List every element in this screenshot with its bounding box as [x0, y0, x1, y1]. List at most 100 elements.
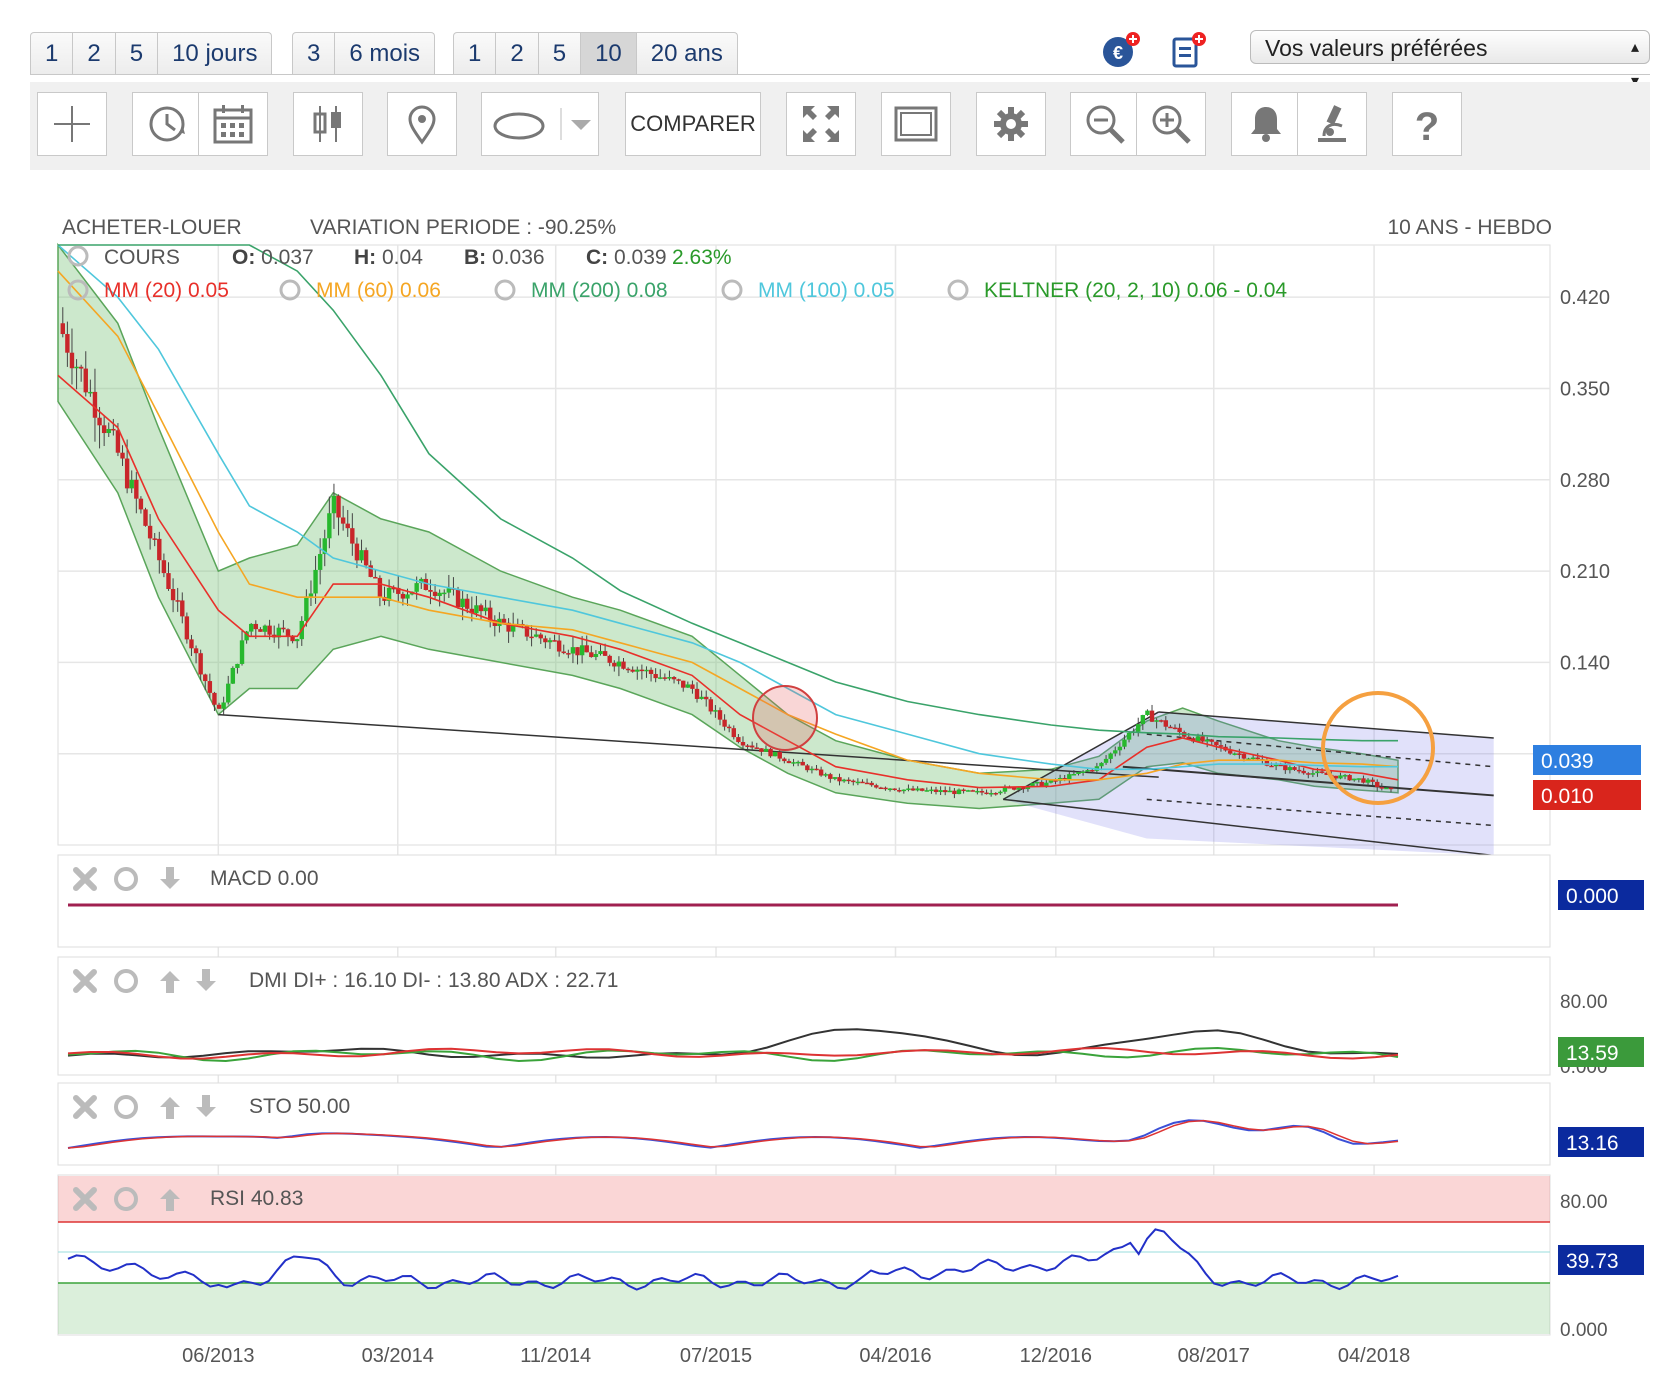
candle-down: [1306, 773, 1311, 775]
candle-down: [1255, 757, 1260, 760]
rsi-axis-top: 80.00: [1560, 1192, 1608, 1213]
candle-down: [478, 605, 484, 612]
candle-up: [106, 428, 111, 434]
candle-down: [1200, 736, 1205, 742]
candle-down: [1021, 787, 1026, 790]
candle-down: [584, 645, 589, 653]
candle-up: [405, 594, 410, 599]
candle-down: [961, 789, 966, 792]
candle-up: [635, 669, 640, 672]
candle-down: [212, 692, 217, 705]
candle-down: [943, 790, 948, 793]
candle-down: [846, 779, 851, 782]
candle-down: [336, 495, 341, 518]
candle-down: [115, 430, 121, 453]
candle-down: [465, 598, 470, 609]
candle-up: [317, 554, 323, 570]
candle-down: [639, 669, 645, 672]
candle-up: [437, 592, 442, 596]
candle-down: [883, 787, 888, 790]
candle-down: [1379, 787, 1385, 789]
candle-down: [589, 652, 594, 658]
x-tick-label: 06/2013: [182, 1345, 254, 1367]
candle-up: [414, 583, 419, 592]
candle-down: [400, 593, 406, 599]
candle-down: [166, 573, 171, 589]
macd-label: MACD 0.00: [210, 867, 319, 890]
candle-down: [193, 648, 199, 654]
candle-up: [1342, 775, 1348, 777]
candle-down: [694, 688, 700, 699]
candle-up: [294, 639, 300, 642]
candle-down: [1361, 778, 1366, 783]
candle-up: [1145, 710, 1150, 716]
candle-up: [795, 761, 801, 764]
candle-up: [129, 479, 134, 489]
candle-down: [869, 782, 874, 786]
candle-down: [377, 577, 383, 597]
candle-down: [1241, 753, 1247, 759]
candle-down: [878, 787, 884, 790]
candle-down: [363, 550, 369, 566]
candle-down: [69, 352, 75, 369]
candle-up: [988, 793, 994, 795]
ohlc-h: H: 0.04: [354, 246, 423, 269]
candle-down: [1227, 750, 1233, 754]
y-tick-label: 0.140: [1560, 652, 1610, 674]
candle-down: [373, 576, 378, 579]
candle-down: [754, 747, 759, 749]
candle-down: [184, 616, 190, 640]
candle-up: [667, 677, 672, 679]
indicator-label: MM (20) 0.05: [104, 279, 229, 302]
candle-down: [630, 669, 635, 672]
candle-up: [887, 788, 893, 791]
candle-down: [952, 790, 957, 795]
candle-up: [331, 495, 337, 514]
red-circle-annotation: [752, 685, 818, 751]
candle-up: [327, 513, 332, 539]
candle-down: [97, 417, 102, 426]
ohlc-o: O: 0.037: [232, 246, 314, 269]
candle-down: [984, 792, 989, 795]
candle-up: [1136, 724, 1141, 732]
candle-up: [1140, 715, 1146, 725]
candle-up: [359, 550, 364, 561]
y-tick-label: 0.350: [1560, 378, 1610, 400]
candle-down: [1159, 720, 1164, 722]
rsi-badge: 39.73: [1566, 1250, 1619, 1273]
candle-down: [892, 788, 897, 791]
candle-down: [920, 788, 925, 791]
ohlc-key-c: C:: [586, 246, 608, 269]
candle-up: [249, 623, 254, 632]
last-price-badge: 0.039: [1541, 750, 1594, 773]
candle-down: [147, 525, 153, 539]
candle-down: [625, 668, 631, 671]
candle-down: [175, 600, 180, 602]
candle-down: [648, 669, 654, 674]
candle-down: [198, 653, 203, 675]
candle-up: [791, 762, 796, 764]
candle-up: [1384, 787, 1389, 790]
candle-down: [676, 679, 681, 681]
ohlc-value-b: 0.036: [486, 246, 544, 269]
indicator-label: MM (200) 0.08: [531, 279, 668, 302]
candle-up: [1315, 771, 1320, 774]
ohlc-b: B: 0.036: [464, 246, 545, 269]
candle-down: [864, 782, 870, 785]
candle-down: [681, 680, 686, 688]
x-tick-label: 12/2016: [1020, 1345, 1092, 1367]
candle-up: [1287, 767, 1293, 771]
low-price-badge: 0.010: [1541, 785, 1594, 808]
candle-up: [1117, 746, 1123, 751]
ohlc-c: C: 0.039: [586, 246, 667, 269]
candle-down: [1269, 765, 1274, 768]
candle-down: [161, 560, 167, 574]
x-tick-label: 04/2016: [859, 1345, 931, 1367]
candle-up: [644, 669, 649, 672]
candle-down: [874, 785, 879, 788]
candle-down: [207, 681, 213, 693]
candle-down: [1292, 767, 1297, 770]
candle-up: [938, 790, 943, 793]
candle-up: [901, 789, 907, 792]
candle-up: [965, 790, 971, 792]
